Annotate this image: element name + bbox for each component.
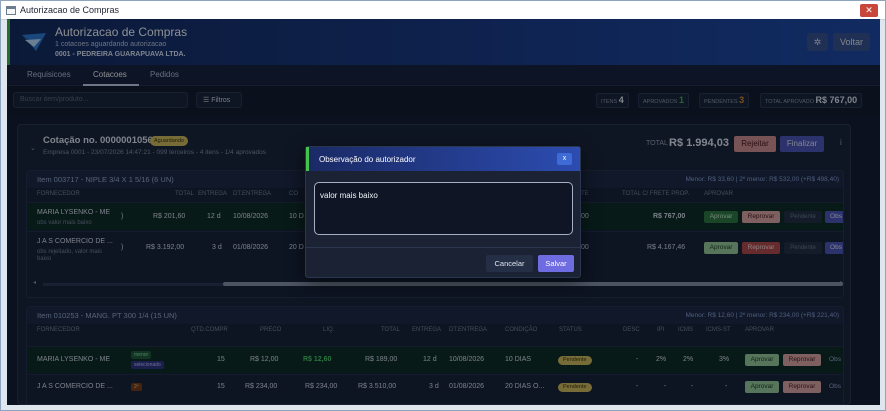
cancel-button[interactable]: Cancelar	[486, 255, 533, 272]
dialog-title: Observação do autorizador	[319, 155, 416, 164]
window-titlebar: Autorizacao de Compras ✕	[1, 1, 885, 20]
observation-dialog: Observação do autorizador x valor mais b…	[305, 146, 581, 278]
window-app-icon	[6, 6, 16, 15]
window-title: Autorizacao de Compras	[20, 5, 120, 15]
save-button[interactable]: Salvar	[538, 255, 574, 272]
window-close-button[interactable]: ✕	[860, 4, 878, 17]
observation-textarea[interactable]: valor mais baixo	[314, 182, 573, 235]
dialog-close-button[interactable]: x	[557, 153, 572, 165]
dialog-header: Observação do autorizador x	[306, 147, 580, 171]
dialog-divider	[306, 247, 580, 248]
